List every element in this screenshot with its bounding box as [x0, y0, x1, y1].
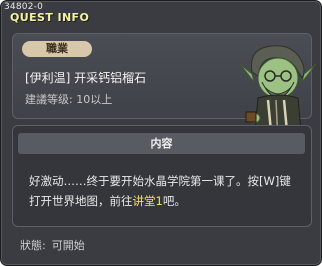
lecture-hall-link[interactable]: 讲堂1: [133, 194, 163, 208]
level-requirement: 建議等级: 10以上: [25, 93, 113, 106]
status-value: 可開始: [51, 239, 85, 252]
status-label: 狀態:: [20, 239, 46, 252]
quest-description: 好激动……终于要开始水晶学院第一课了。按[W]键打开世界地图，前往讲堂1吧。: [29, 171, 301, 211]
quest-summary-panel: 職業 [伊利温] 开采钙铝榴石 建議等级: 10以上: [12, 33, 317, 142]
quest-name: [伊利温] 开采钙铝榴石: [25, 71, 147, 85]
quest-status: 狀態: 可開始: [20, 237, 91, 253]
quest-info-window: 34802-0 QUEST INFO 職業 [伊利温] 开采钙铝榴石 建議等级:…: [0, 0, 322, 266]
quest-content-panel: 内容 好激动……终于要开始水晶学院第一课了。按[W]键打开世界地图，前往讲堂1吧…: [12, 125, 312, 227]
job-tag: 職業: [22, 41, 92, 57]
description-tail: 吧。: [162, 194, 186, 208]
content-header: 内容: [18, 133, 305, 154]
window-title: QUEST INFO: [10, 11, 90, 24]
